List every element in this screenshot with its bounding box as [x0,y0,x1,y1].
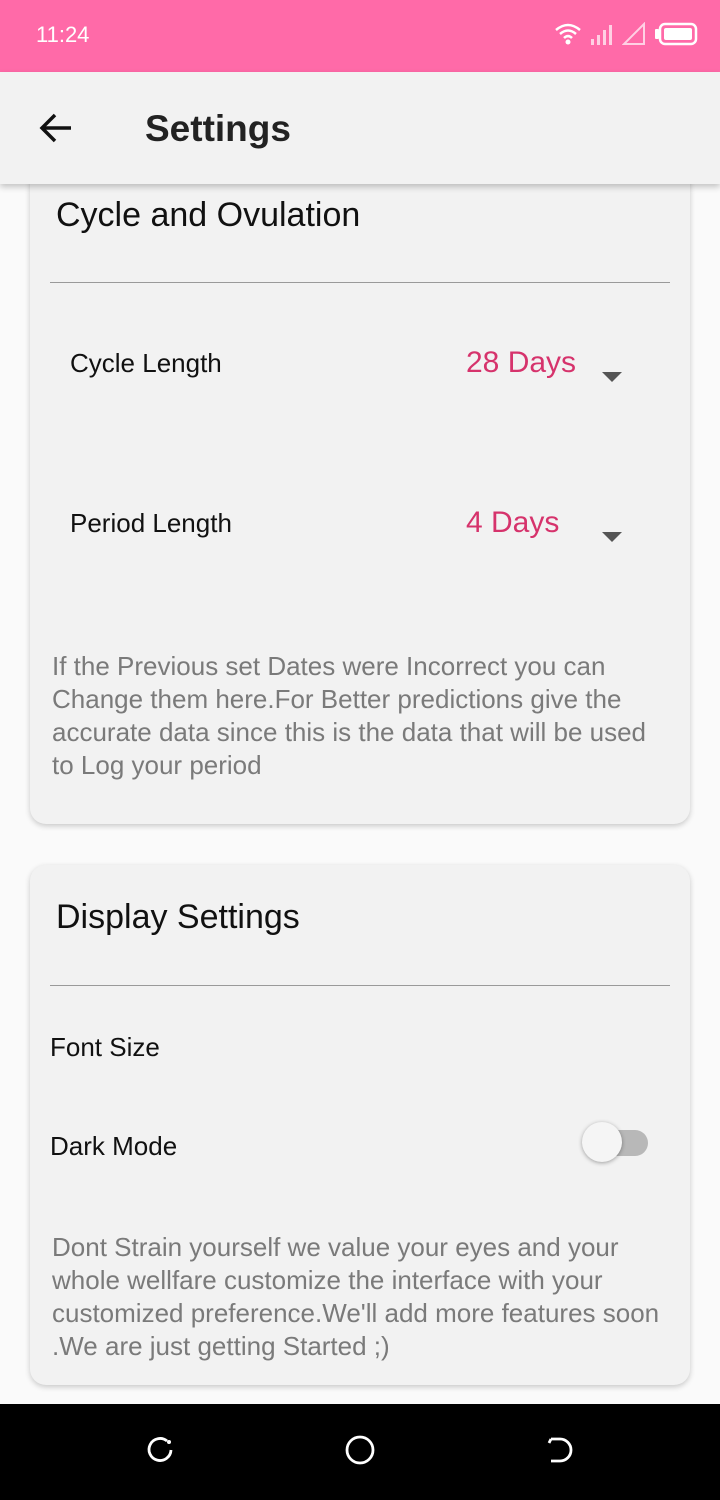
cycle-length-dropdown[interactable]: 28 Days [440,328,670,408]
dark-mode-label: Dark Mode [50,1131,178,1161]
back-icon [545,1435,575,1470]
cycle-card-divider [50,282,670,283]
cycle-card-title: Cycle and Ovulation [56,196,361,234]
arrow-left-icon [38,110,74,151]
dark-mode-toggle[interactable] [582,1122,650,1164]
display-card-title: Display Settings [56,898,300,936]
font-size-label[interactable]: Font Size [50,1032,160,1063]
chevron-down-icon [602,532,622,542]
cycle-length-label: Cycle Length [70,348,222,378]
page-title: Settings [145,108,291,149]
chevron-down-icon [602,372,622,382]
cycle-ovulation-card: Cycle and Ovulation Cycle Length 28 Days… [30,184,690,824]
signal-empty-icon [621,21,646,51]
back-nav-button[interactable] [542,1434,578,1470]
home-icon [344,1434,376,1471]
period-length-dropdown[interactable]: 4 Days [440,488,670,568]
status-bar: 11:24 [0,0,720,72]
app-bar: Settings [0,72,720,184]
display-card-description: Dont Strain yourself we value your eyes … [52,1232,660,1361]
cycle-length-value: 28 Days [466,346,577,379]
toggle-thumb [582,1122,622,1162]
cycle-card-description: If the Previous set Dates were Incorrect… [52,651,647,780]
signal-icon [590,22,614,51]
battery-icon [654,22,698,51]
back-button[interactable] [28,102,84,158]
system-nav-bar [0,1404,720,1500]
display-settings-card: Display Settings Font Size Dark Mode Don… [30,865,690,1385]
display-card-divider [50,985,670,986]
period-length-value: 4 Days [466,506,560,539]
status-icons [554,20,698,52]
home-button[interactable] [342,1434,378,1470]
settings-content[interactable]: Cycle and Ovulation Cycle Length 28 Days… [0,184,720,1404]
status-time: 11:24 [36,22,90,47]
recents-icon [145,1435,175,1470]
period-length-label: Period Length [70,508,232,538]
recents-button[interactable] [142,1434,178,1470]
wifi-icon [554,21,582,52]
